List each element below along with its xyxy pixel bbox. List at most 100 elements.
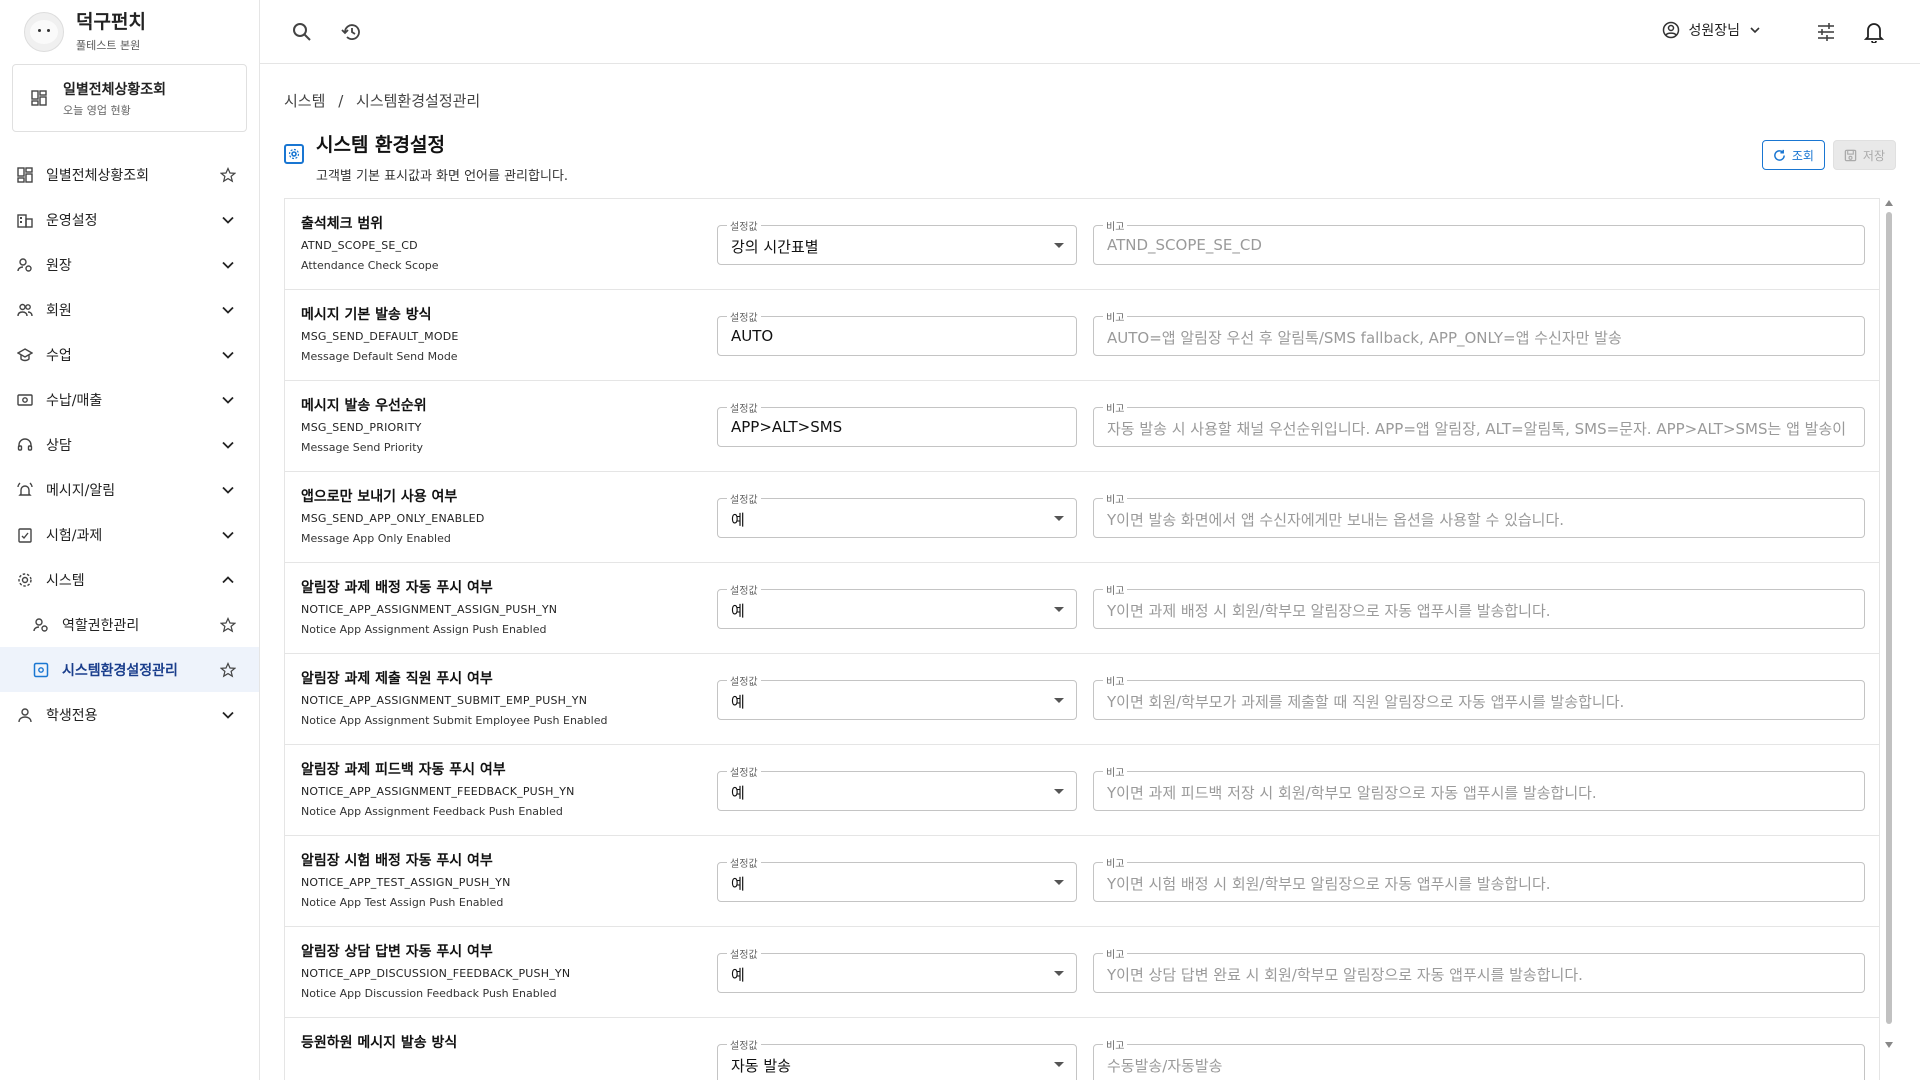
setting-note-input[interactable]: 비고 자동 발송 시 사용할 채널 우선순위입니다. APP=앱 알림장, AL… [1093, 400, 1865, 447]
search-button[interactable]: 조회 [1761, 140, 1825, 170]
sidebar-item[interactable]: 원장 [0, 242, 259, 287]
setting-code: MSG_SEND_APP_ONLY_ENABLED [301, 512, 485, 525]
scroll-down-arrow-icon[interactable] [1885, 1042, 1893, 1048]
star-icon[interactable] [219, 166, 237, 184]
page-header: 시스템 환경설정 고객별 기본 표시값과 화면 언어를 관리합니다. [284, 130, 568, 184]
sidebar-item[interactable]: 학생전용 [0, 692, 259, 737]
main-content: 시스템 / 시스템환경설정관리 시스템 환경설정 고객별 기본 표시값과 화면 … [284, 64, 1896, 1080]
setting-value: 예 [731, 693, 745, 711]
setting-value-select[interactable]: 설정값 예 [717, 673, 1077, 720]
sidebar-item-label: 일별전체상황조회 [46, 167, 150, 184]
field-label: 설정값 [727, 582, 761, 597]
setting-name: 메시지 발송 우선순위 [301, 398, 427, 414]
setting-english-name: Notice App Assignment Assign Push Enable… [301, 623, 547, 636]
scroll-up-arrow-icon[interactable] [1885, 200, 1893, 206]
chevron-down-icon[interactable] [219, 211, 237, 229]
setting-row: 출석체크 범위 ATND_SCOPE_SE_CD Attendance Chec… [285, 199, 1879, 290]
setting-value-input[interactable]: 설정값 AUTO [717, 309, 1077, 356]
setting-english-name: Message App Only Enabled [301, 532, 451, 545]
save-button[interactable]: 저장 [1832, 140, 1896, 170]
chevron-down-icon[interactable] [219, 301, 237, 319]
chevron-down-icon[interactable] [219, 706, 237, 724]
setting-note-input[interactable]: 비고 Y이면 상담 답변 완료 시 회원/학부모 알림장으로 자동 앱푸시를 발… [1093, 946, 1865, 993]
school-icon [16, 346, 34, 364]
history-icon[interactable] [340, 20, 364, 44]
setting-value-select[interactable]: 설정값 자동 발송 [717, 1037, 1077, 1080]
setting-value-select[interactable]: 설정값 강의 시간표별 [717, 218, 1077, 265]
setting-value-select[interactable]: 설정값 예 [717, 946, 1077, 993]
field-label: 비고 [1103, 764, 1128, 779]
headset-icon [16, 436, 34, 454]
setting-english-name: Message Default Send Mode [301, 350, 458, 363]
chevron-down-icon[interactable] [219, 481, 237, 499]
setting-note-input[interactable]: 비고 ATND_SCOPE_SE_CD [1093, 218, 1865, 265]
setting-note-input[interactable]: 비고 Y이면 과제 배정 시 회원/학부모 알림장으로 자동 앱푸시를 발송합니… [1093, 582, 1865, 629]
setting-value: 강의 시간표별 [731, 238, 819, 256]
chevron-up-icon[interactable] [219, 571, 237, 589]
brand-title: 덕구펀치 [76, 11, 146, 33]
sidebar-item[interactable]: 시스템환경설정관리 [0, 647, 259, 692]
setting-name: 알림장 시험 배정 자동 푸시 여부 [301, 853, 493, 869]
setting-english-name: Notice App Test Assign Push Enabled [301, 896, 504, 909]
setting-note: 자동 발송 시 사용할 채널 우선순위입니다. APP=앱 알림장, ALT=알… [1107, 420, 1847, 438]
bell-icon[interactable] [1862, 20, 1886, 44]
sidebar-item[interactable]: 시스템 [0, 557, 259, 602]
sidebar-item[interactable]: 회원 [0, 287, 259, 332]
breadcrumb-root[interactable]: 시스템 [284, 92, 325, 110]
dropdown-arrow-icon [1054, 698, 1064, 703]
setting-value-input[interactable]: 설정값 APP>ALT>SMS [717, 400, 1077, 447]
chevron-down-icon[interactable] [219, 256, 237, 274]
chevron-down-icon[interactable] [219, 436, 237, 454]
user-menu[interactable]: 성원장님 [1662, 20, 1760, 40]
sidebar-item[interactable]: 수업 [0, 332, 259, 377]
setting-note-input[interactable]: 비고 Y이면 과제 피드백 저장 시 회원/학부모 알림장으로 자동 앱푸시를 … [1093, 764, 1865, 811]
setting-value-select[interactable]: 설정값 예 [717, 582, 1077, 629]
setting-note-input[interactable]: 비고 수동발송/자동발송 [1093, 1037, 1865, 1080]
quick-subtitle: 오늘 영업 현황 [63, 103, 131, 117]
sidebar-item-label: 시험/과제 [46, 527, 103, 544]
sidebar-item[interactable]: 시험/과제 [0, 512, 259, 557]
chevron-down-icon[interactable] [219, 391, 237, 409]
sidebar-item-label: 원장 [46, 257, 72, 274]
page-description: 고객별 기본 표시값과 화면 언어를 관리합니다. [316, 169, 569, 184]
scrollbar[interactable] [1884, 198, 1894, 1048]
setting-value-select[interactable]: 설정값 예 [717, 855, 1077, 902]
sidebar-item[interactable]: 역할권한관리 [0, 602, 259, 647]
sidebar-item[interactable]: 운영설정 [0, 197, 259, 242]
setting-code: ATND_SCOPE_SE_CD [301, 239, 418, 252]
setting-note-input[interactable]: 비고 Y이면 발송 화면에서 앱 수신자에게만 보내는 옵션을 사용할 수 있습… [1093, 491, 1865, 538]
field-label: 설정값 [727, 491, 761, 506]
quick-card[interactable]: 일별전체상황조회 오늘 영업 현황 [12, 64, 247, 132]
sidebar-item[interactable]: 메시지/알림 [0, 467, 259, 512]
person-icon [16, 706, 34, 724]
setting-value-select[interactable]: 설정값 예 [717, 764, 1077, 811]
setting-value: 예 [731, 966, 745, 984]
scroll-thumb[interactable] [1886, 212, 1892, 1024]
gear-icon [16, 571, 34, 589]
chevron-down-icon[interactable] [219, 526, 237, 544]
setting-note-input[interactable]: 비고 Y이면 시험 배정 시 회원/학부모 알림장으로 자동 앱푸시를 발송합니… [1093, 855, 1865, 902]
field-label: 설정값 [727, 764, 761, 779]
search-icon[interactable] [290, 20, 314, 44]
star-icon[interactable] [219, 616, 237, 634]
setting-note: Y이면 회원/학부모가 과제를 제출할 때 직원 알림장으로 자동 앱푸시를 발… [1107, 693, 1625, 711]
setting-note-input[interactable]: 비고 Y이면 회원/학부모가 과제를 제출할 때 직원 알림장으로 자동 앱푸시… [1093, 673, 1865, 720]
tune-icon[interactable] [1814, 20, 1838, 44]
field-label: 비고 [1103, 400, 1128, 415]
dropdown-arrow-icon [1054, 789, 1064, 794]
sidebar-item[interactable]: 수납/매출 [0, 377, 259, 422]
sidebar-item-label: 수납/매출 [46, 392, 103, 409]
chevron-down-icon[interactable] [219, 346, 237, 364]
sidebar-item[interactable]: 상담 [0, 422, 259, 467]
setting-note-input[interactable]: 비고 AUTO=앱 알림장 우선 후 알림톡/SMS fallback, APP… [1093, 309, 1865, 356]
star-icon[interactable] [219, 661, 237, 679]
setting-code: NOTICE_APP_DISCUSSION_FEEDBACK_PUSH_YN [301, 967, 571, 980]
chevron-down-icon [1750, 27, 1760, 34]
field-label: 설정값 [727, 309, 761, 324]
brand[interactable]: 덕구펀치 풀테스트 본원 [0, 0, 259, 64]
setting-value-select[interactable]: 설정값 예 [717, 491, 1077, 538]
sidebar-item[interactable]: 일별전체상황조회 [0, 152, 259, 197]
setting-name: 알림장 과제 배정 자동 푸시 여부 [301, 580, 493, 596]
bell-ring-icon [16, 481, 34, 499]
money-icon [16, 391, 34, 409]
